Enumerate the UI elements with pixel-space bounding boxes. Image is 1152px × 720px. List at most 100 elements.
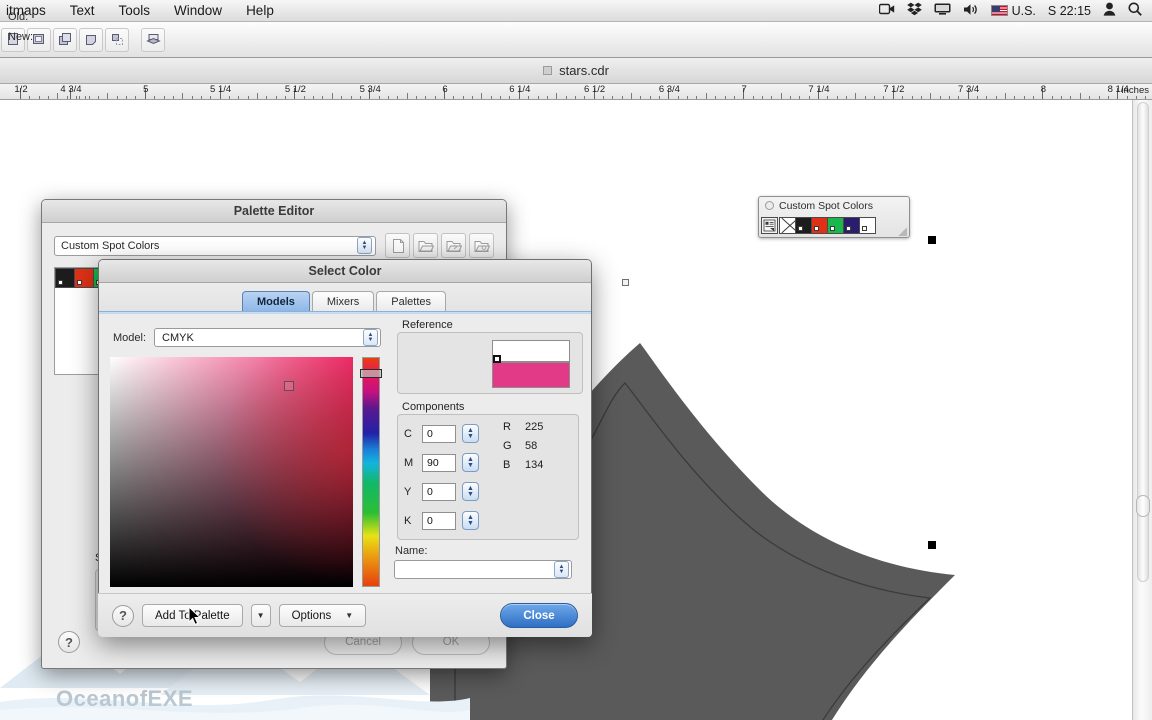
ruler-tick-label: 8	[1040, 84, 1047, 95]
component-input-m[interactable]: 90	[422, 453, 456, 472]
component-input-c[interactable]: 0	[422, 424, 456, 443]
menu-window[interactable]: Window	[162, 0, 234, 21]
vertical-scrollbar[interactable]	[1132, 100, 1152, 720]
selection-handle-top-right[interactable]	[928, 236, 936, 244]
tab-models[interactable]: Models	[241, 291, 310, 311]
components-group-title: Components	[399, 401, 468, 413]
options-button[interactable]: Options ▼	[278, 604, 367, 627]
ruler-minor-tick	[827, 96, 829, 99]
save-as-palette-icon[interactable]	[469, 233, 494, 258]
pe-swatch-black[interactable]	[55, 268, 75, 288]
component-stepper-c[interactable]: ▲ ▼	[462, 424, 479, 443]
menu-tools[interactable]: Tools	[107, 0, 163, 21]
ruler-minor-tick	[584, 96, 586, 99]
palette-menu-icon[interactable]	[761, 216, 778, 234]
ruler-minor-tick	[88, 96, 90, 99]
open-palette-icon[interactable]	[413, 233, 438, 258]
swatch-red[interactable]	[811, 216, 828, 234]
close-button[interactable]: Close	[500, 603, 578, 628]
tool-btn-5[interactable]	[105, 27, 129, 52]
menu-help[interactable]: Help	[234, 0, 286, 21]
ruler-minor-tick	[135, 96, 137, 99]
color-field-cursor[interactable]	[284, 381, 294, 391]
ruler-minor-tick	[771, 96, 773, 99]
ruler-minor-tick	[341, 96, 343, 99]
swatch-green[interactable]	[827, 216, 844, 234]
bring-forward-icon	[110, 32, 125, 47]
selection-handle-bottom-right[interactable]	[928, 541, 936, 549]
volume-icon[interactable]	[963, 3, 979, 19]
document-tab[interactable]: stars.cdr	[543, 63, 609, 78]
old-color-swatch[interactable]	[492, 340, 570, 362]
dropbox-icon[interactable]	[906, 2, 922, 19]
custom-spot-colors-palette[interactable]: Custom Spot Colors	[758, 196, 910, 238]
user-icon[interactable]	[1103, 2, 1116, 19]
swatch-black[interactable]	[795, 216, 812, 234]
component-input-k[interactable]: 0	[422, 511, 456, 530]
document-tab-bar: stars.cdr	[0, 58, 1152, 84]
chevron-updown-icon[interactable]: ▲ ▼	[554, 561, 569, 578]
ruler-tick-label: 6 1/2	[584, 84, 606, 95]
ruler-minor-tick	[724, 96, 726, 99]
swatch-indigo[interactable]	[843, 216, 860, 234]
swatch-marker	[77, 280, 82, 285]
hue-slider-thumb[interactable]	[360, 369, 382, 378]
ruler-tick-label: 5 1/4	[210, 84, 232, 95]
vertical-scrollbar-grip[interactable]	[1136, 495, 1150, 517]
new-palette-icon[interactable]	[385, 233, 410, 258]
ruler-minor-tick	[228, 96, 230, 99]
select-color-title: Select Color	[99, 260, 591, 283]
ruler-minor-tick	[425, 96, 427, 99]
chevron-updown-icon[interactable]: ▲ ▼	[357, 237, 372, 254]
component-input-y[interactable]: 0	[422, 482, 456, 501]
rgb-row-g: G 58	[503, 440, 537, 452]
ruler-tick-label: 5	[143, 84, 149, 95]
save-palette-icon[interactable]	[441, 233, 466, 258]
ruler-minor-tick	[116, 96, 118, 99]
spotlight-search-icon[interactable]	[1128, 2, 1142, 19]
reference-marker-icon	[493, 355, 501, 363]
close-icon[interactable]	[765, 201, 774, 210]
ruler-minor-tick	[1145, 96, 1147, 99]
pe-swatch-red[interactable]	[74, 268, 94, 288]
input-source-indicator[interactable]: U.S.	[990, 4, 1036, 18]
component-stepper-m[interactable]: ▲ ▼	[462, 453, 479, 472]
screen-recorder-icon[interactable]	[878, 3, 895, 18]
component-row-y: Y 0 ▲ ▼	[404, 482, 479, 501]
component-stepper-y[interactable]: ▲ ▼	[462, 482, 479, 501]
send-backward-icon	[84, 32, 99, 47]
node-handle[interactable]	[622, 279, 629, 286]
menu-bar-clock[interactable]: S 22:15	[1048, 4, 1091, 18]
tab-mixers[interactable]: Mixers	[311, 291, 375, 311]
hue-strip-slider[interactable]	[362, 357, 380, 587]
palette-name-combo[interactable]: Custom Spot Colors ▲ ▼	[54, 235, 376, 256]
print-preview-icon	[145, 32, 161, 47]
color-field-picker[interactable]	[110, 357, 353, 587]
menu-text[interactable]: Text	[58, 0, 107, 21]
tab-palettes[interactable]: Palettes	[376, 291, 447, 311]
ruler-minor-tick	[1005, 93, 1006, 99]
ruler-minor-tick	[911, 96, 913, 99]
color-model-select[interactable]: CMYK ▲ ▼	[154, 328, 381, 347]
ruler-tick-label: 6 3/4	[658, 84, 680, 95]
tool-btn-6[interactable]	[141, 27, 165, 52]
add-to-palette-dropdown[interactable]: ▼	[250, 604, 271, 627]
tool-btn-3[interactable]	[53, 27, 77, 52]
palette-editor-help-button[interactable]: ?	[58, 631, 80, 653]
tool-btn-4[interactable]	[79, 27, 103, 52]
swatch-white[interactable]	[859, 216, 876, 234]
horizontal-ruler[interactable]: inches 1/2 4 3/4 5 5 1/4 5 1/2 5 3/4 6 6 1/4 6 1…	[0, 84, 1152, 100]
select-color-help-button[interactable]: ?	[112, 604, 134, 627]
document-tab-label: stars.cdr	[559, 63, 609, 78]
resize-grip-icon[interactable]	[898, 227, 907, 236]
color-name-input[interactable]: ▲ ▼	[394, 560, 572, 579]
ruler-tick-label: 6	[442, 84, 448, 95]
display-icon[interactable]	[934, 3, 951, 18]
chevron-updown-icon[interactable]: ▲ ▼	[363, 329, 378, 346]
ruler-minor-tick	[490, 96, 492, 99]
component-stepper-k[interactable]: ▲ ▼	[462, 511, 479, 530]
ruler-tick-label: 7	[741, 84, 747, 95]
swatch-none[interactable]	[779, 216, 796, 234]
new-color-swatch[interactable]	[492, 362, 570, 388]
ruler-minor-tick	[649, 96, 651, 99]
